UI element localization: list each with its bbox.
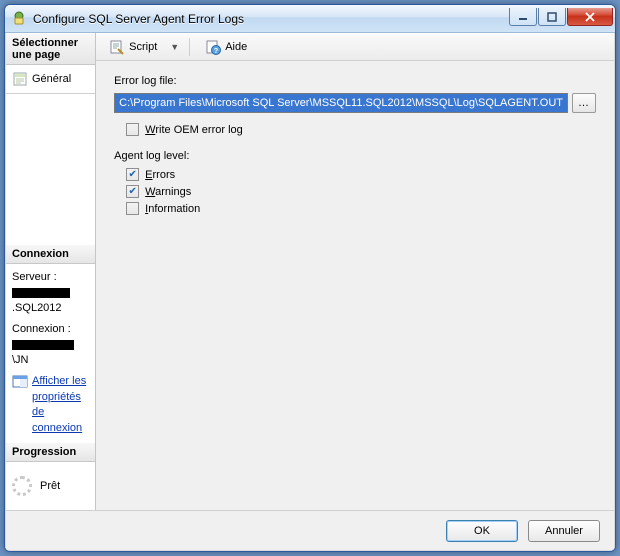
content-area: Error log file: C:\Program Files\Microso… <box>96 61 614 510</box>
maximize-button[interactable] <box>538 8 566 26</box>
properties-icon <box>12 374 28 395</box>
close-button[interactable] <box>567 8 613 26</box>
app-icon <box>11 11 27 27</box>
page-nav: Général <box>6 65 95 94</box>
help-icon: ? <box>205 39 221 55</box>
information-checkbox[interactable]: Information <box>126 202 596 215</box>
toolbar: Script ▼ ? Aide <box>96 33 614 61</box>
connection-label: Connexion : <box>12 322 89 337</box>
view-conn-props-row: Afficher les propriétés de connexion <box>12 374 89 436</box>
progress-header: Progression <box>6 442 95 462</box>
script-dropdown-caret[interactable]: ▼ <box>168 42 181 52</box>
errors-label: Errors <box>145 169 175 181</box>
script-button[interactable]: Script <box>102 36 164 58</box>
titlebar[interactable]: Configure SQL Server Agent Error Logs <box>5 5 615 33</box>
right-pane: Script ▼ ? Aide Error log file: C:\Progr… <box>96 33 614 510</box>
help-label: Aide <box>225 41 247 53</box>
select-page-header: Sélectionner une page <box>6 33 95 65</box>
view-conn-props-link[interactable]: Afficher les propriétés de connexion <box>32 374 89 436</box>
client-area: Sélectionner une page Général Connexion … <box>5 33 615 551</box>
nav-item-general[interactable]: Général <box>10 69 91 89</box>
write-oem-label: Write OEM error log <box>145 124 243 136</box>
browse-button[interactable]: … <box>572 93 596 113</box>
error-log-path-input[interactable]: C:\Program Files\Microsoft SQL Server\MS… <box>114 93 568 113</box>
information-label: Information <box>145 203 200 215</box>
errors-checkbox[interactable]: Errors <box>126 168 596 181</box>
svg-text:?: ? <box>214 48 218 55</box>
redacted-connection <box>12 340 74 350</box>
script-icon <box>109 39 125 55</box>
dialog-window: Configure SQL Server Agent Error Logs Sé… <box>4 4 616 552</box>
page-icon <box>12 71 28 87</box>
error-log-file-label: Error log file: <box>114 75 596 87</box>
redacted-server <box>12 288 70 298</box>
progress-spinner-icon <box>12 476 32 496</box>
agent-log-level-label: Agent log level: <box>114 150 596 162</box>
write-oem-checkbox[interactable]: Write OEM error log <box>126 123 596 136</box>
ok-button[interactable]: OK <box>446 520 518 542</box>
ellipsis-icon: … <box>578 97 590 109</box>
server-label: Serveur : <box>12 270 89 285</box>
window-buttons <box>508 8 613 26</box>
left-pane: Sélectionner une page Général Connexion … <box>6 33 96 510</box>
script-label: Script <box>129 41 157 53</box>
bottom-bar: OK Annuler <box>6 510 614 550</box>
warnings-checkbox[interactable]: Warnings <box>126 185 596 198</box>
nav-item-label: Général <box>32 73 71 85</box>
server-value: .SQL2012 <box>12 285 89 316</box>
warnings-label: Warnings <box>145 186 191 198</box>
minimize-button[interactable] <box>509 8 537 26</box>
cancel-button[interactable]: Annuler <box>528 520 600 542</box>
progress-status: Prêt <box>40 480 60 492</box>
help-button[interactable]: ? Aide <box>198 36 254 58</box>
connection-body: Serveur : .SQL2012 Connexion : \JN Affic… <box>6 264 95 442</box>
connection-header: Connexion <box>6 244 95 264</box>
window-title: Configure SQL Server Agent Error Logs <box>33 12 508 26</box>
connection-value: \JN <box>12 338 89 369</box>
toolbar-separator <box>189 38 190 56</box>
progress-body: Prêt <box>6 462 95 510</box>
